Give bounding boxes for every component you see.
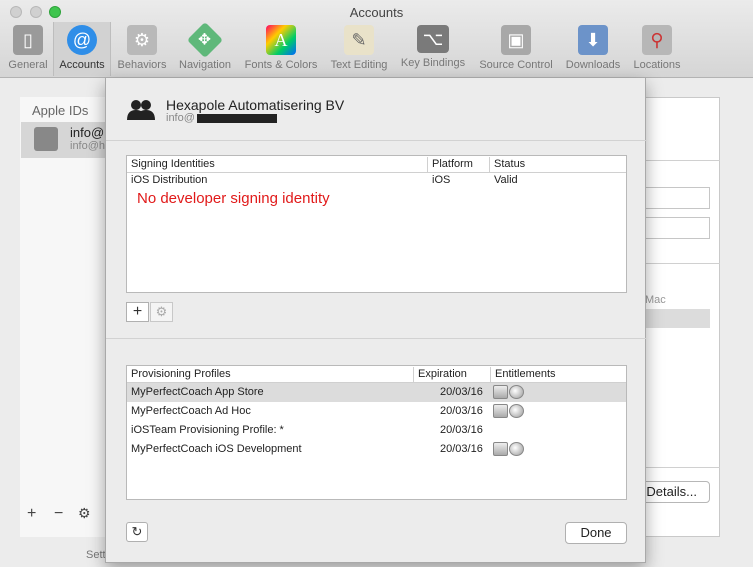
disk-icon	[493, 442, 508, 456]
toolbar-key-bindings[interactable]: ⌥ Key Bindings	[395, 22, 471, 76]
divider	[645, 467, 720, 468]
divider	[645, 263, 720, 264]
navigation-icon: ✥	[186, 21, 224, 59]
profile-name: MyPerfectCoach App Store	[131, 386, 264, 398]
signing-identity: iOS Distribution	[131, 174, 208, 186]
table-row[interactable]: iOSTeam Provisioning Profile: * 20/03/16	[127, 421, 626, 440]
add-signing-identity-button[interactable]: +	[126, 302, 149, 322]
table-header: Provisioning Profiles Expiration Entitle…	[127, 366, 626, 383]
at-icon: @	[67, 25, 97, 55]
mac-column-label: Mac	[645, 294, 666, 306]
toolbar-behaviors[interactable]: ⚙ Behaviors	[112, 22, 172, 76]
done-button[interactable]: Done	[565, 522, 627, 544]
profile-name: MyPerfectCoach Ad Hoc	[131, 405, 251, 417]
gear-icon[interactable]: ⚙	[150, 302, 173, 322]
keyboard-icon: ⌥	[417, 25, 449, 53]
column-header[interactable]: Provisioning Profiles	[131, 368, 231, 380]
column-divider	[427, 157, 428, 172]
mac-row	[645, 309, 710, 328]
profile-expiration: 20/03/16	[440, 405, 483, 417]
apple-ids-sidebar	[20, 97, 106, 537]
download-icon: ⬇	[578, 25, 608, 55]
table-row[interactable]: MyPerfectCoach Ad Hoc 20/03/16	[127, 402, 626, 421]
column-header[interactable]: Signing Identities	[131, 158, 215, 170]
divider	[106, 338, 647, 339]
entitlements-icons	[493, 404, 524, 418]
profile-expiration: 20/03/16	[440, 386, 483, 398]
preferences-window: Accounts ▯ General @ Accounts ⚙ Behavior…	[0, 0, 753, 567]
column-header[interactable]: Entitlements	[495, 368, 556, 380]
toolbar-navigation[interactable]: ✥ Navigation	[173, 21, 237, 76]
gear-icon[interactable]: ⚙	[78, 505, 91, 522]
team-email: info@	[166, 112, 277, 124]
background-field	[645, 217, 710, 239]
team-name: Hexapole Automatisering BV	[166, 97, 345, 113]
column-header[interactable]: Expiration	[418, 368, 467, 380]
toolbar-locations[interactable]: ⚲ Locations	[626, 22, 688, 76]
profile-expiration: 20/03/16	[440, 424, 483, 436]
table-row[interactable]: MyPerfectCoach App Store 20/03/16	[127, 383, 626, 402]
globe-icon	[509, 442, 524, 456]
table-header: Signing Identities Platform Status	[127, 156, 626, 173]
joystick-icon: ⚲	[642, 25, 672, 55]
pencil-icon: ✎	[344, 25, 374, 55]
column-header[interactable]: Platform	[432, 158, 473, 170]
toolbar-fonts-colors[interactable]: A Fonts & Colors	[238, 22, 324, 76]
font-icon: A	[266, 25, 296, 55]
window-title: Accounts	[349, 5, 404, 20]
remove-account-button[interactable]: −	[54, 505, 63, 523]
entitlements-icons	[493, 442, 524, 456]
toolbar-text-editing[interactable]: ✎ Text Editing	[325, 22, 393, 76]
background-field	[645, 187, 710, 209]
toolbar-source-control[interactable]: ▣ Source Control	[472, 22, 560, 76]
globe-icon	[509, 404, 524, 418]
column-divider	[413, 367, 414, 382]
entitlements-icons	[493, 385, 524, 399]
toolbar-general[interactable]: ▯ General	[4, 22, 52, 76]
signing-status: Valid	[494, 174, 518, 186]
disk-icon	[493, 404, 508, 418]
redaction-bar	[196, 113, 277, 123]
divider	[645, 160, 720, 161]
column-divider	[490, 367, 491, 382]
team-details-sheet: Hexapole Automatisering BV info@ Signing…	[105, 78, 647, 563]
refresh-button[interactable]: ↻	[126, 522, 148, 542]
globe-icon	[509, 385, 524, 399]
team-icon	[127, 100, 155, 120]
gear-icon: ⚙	[127, 25, 157, 55]
account-name: info@l	[70, 125, 108, 140]
disk-icon	[493, 385, 508, 399]
annotation-text: No developer signing identity	[137, 190, 330, 207]
profile-name: iOSTeam Provisioning Profile: *	[131, 424, 284, 436]
apple-ids-header: Apple IDs	[32, 103, 89, 118]
profile-expiration: 20/03/16	[440, 443, 483, 455]
signing-identities-table[interactable]: Signing Identities Platform Status iOS D…	[126, 155, 627, 293]
toolbar-accounts[interactable]: @ Accounts	[53, 22, 111, 76]
switch-icon: ▯	[13, 25, 43, 55]
signing-platform: iOS	[432, 174, 451, 186]
column-header[interactable]: Status	[494, 158, 525, 170]
table-row[interactable]: MyPerfectCoach iOS Development 20/03/16	[127, 440, 626, 459]
divider	[106, 140, 647, 141]
preferences-toolbar: ▯ General @ Accounts ⚙ Behaviors ✥ Navig…	[0, 21, 753, 78]
person-icon	[34, 127, 58, 151]
add-account-button[interactable]: +	[27, 505, 36, 523]
profile-name: MyPerfectCoach iOS Development	[131, 443, 302, 455]
column-divider	[489, 157, 490, 172]
title-bar: Accounts ▯ General @ Accounts ⚙ Behavior…	[0, 0, 753, 78]
provisioning-profiles-table[interactable]: Provisioning Profiles Expiration Entitle…	[126, 365, 627, 500]
vault-icon: ▣	[501, 25, 531, 55]
account-email: info@h	[70, 140, 106, 152]
toolbar-downloads[interactable]: ⬇ Downloads	[561, 22, 625, 76]
